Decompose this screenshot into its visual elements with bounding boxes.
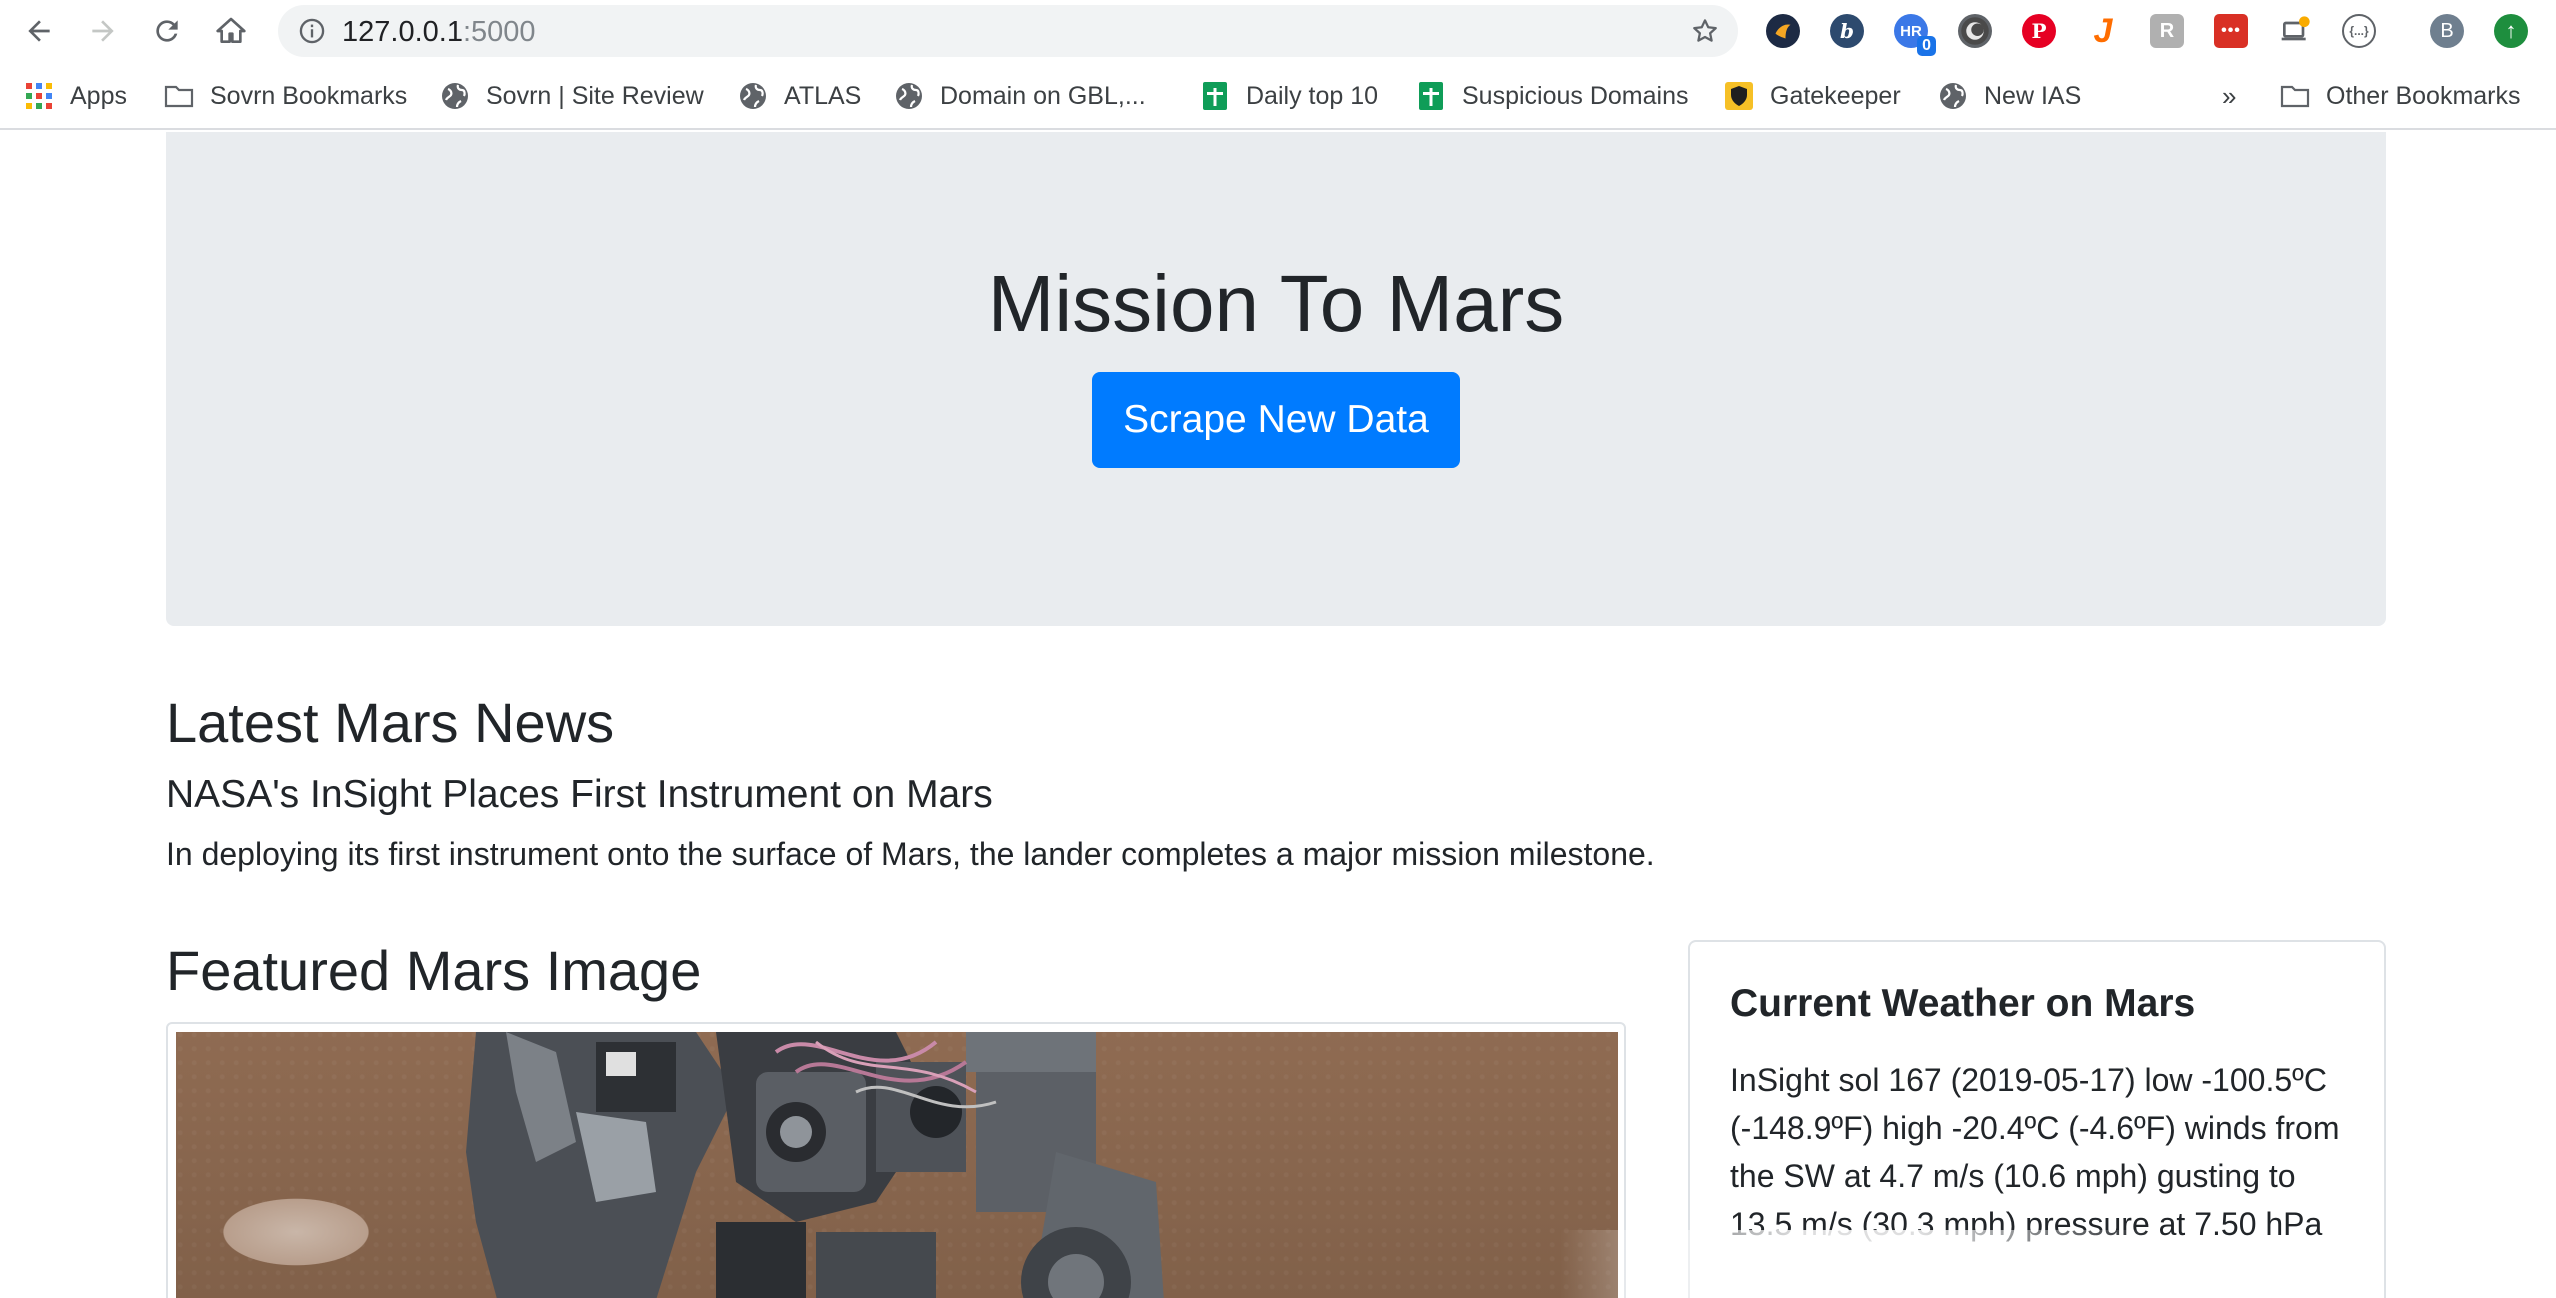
bookmark-star-icon[interactable] — [1690, 16, 1720, 46]
globe-icon — [440, 81, 470, 111]
news-paragraph: In deploying its first instrument onto t… — [166, 836, 1655, 872]
bookmarks-overflow-button[interactable]: » — [2222, 76, 2236, 116]
bookmark-label: New IAS — [1984, 81, 2082, 110]
forward-arrow-icon — [92, 20, 114, 42]
apps-grid-icon — [24, 81, 54, 111]
home-button[interactable] — [208, 8, 254, 54]
brackets-extension-icon[interactable]: {...} — [2342, 14, 2376, 48]
b-extension-icon[interactable]: b — [1830, 14, 1864, 48]
reload-icon — [156, 20, 178, 42]
bookmark-sovrn-bookmarks[interactable]: Sovrn Bookmarks — [164, 76, 407, 116]
page-title: Mission To Mars — [987, 259, 1565, 348]
bookmark-label: Domain on GBL,... — [940, 81, 1146, 110]
bookmarks-bar: Apps Sovrn Bookmarks Sovrn | Site Review… — [0, 62, 2556, 130]
latest-news-heading: Latest Mars News — [166, 691, 615, 754]
weather-title: Current Weather on Mars — [1730, 982, 2196, 1025]
reload-button[interactable] — [144, 8, 190, 54]
jumbotron: Mission To Mars Scrape New Data — [166, 132, 2386, 626]
pinterest-icon[interactable]: P — [2022, 14, 2056, 48]
j-extension-icon[interactable]: J — [2086, 12, 2120, 50]
featured-mars-image — [176, 1032, 1618, 1298]
sheets-icon — [1200, 81, 1230, 111]
bookmark-atlas[interactable]: ATLAS — [738, 76, 861, 116]
back-arrow-icon — [28, 20, 50, 42]
hr-extension-icon[interactable]: HR 0 — [1894, 14, 1936, 56]
bookmark-label: Sovrn | Site Review — [486, 81, 704, 110]
url-host: 127.0.0.1 — [342, 16, 463, 48]
weather-text: InSight sol 167 (2019-05-17) low -100.5º… — [1730, 1062, 2340, 1242]
bookmark-label: Apps — [70, 81, 127, 110]
scrape-new-data-button[interactable]: Scrape New Data — [1092, 372, 1460, 468]
url-port: :5000 — [462, 16, 536, 48]
sovrn-extension-icon[interactable] — [1766, 14, 1800, 48]
bookmark-sovrn-site-review[interactable]: Sovrn | Site Review — [440, 76, 704, 116]
sheets-icon — [1416, 81, 1446, 111]
bookmark-other-bookmarks[interactable]: Other Bookmarks — [2280, 76, 2521, 116]
profile-avatar[interactable]: B — [2430, 14, 2464, 48]
featured-image-frame — [166, 1022, 1626, 1298]
back-button[interactable] — [16, 8, 62, 54]
globe-icon — [1938, 81, 1968, 111]
folder-icon — [164, 81, 194, 111]
globe-icon — [738, 81, 768, 111]
forward-button[interactable] — [80, 8, 126, 54]
r-extension-icon[interactable]: R — [2150, 14, 2184, 48]
laptop-extension-icon[interactable] — [2278, 14, 2312, 48]
bookmark-label: Gatekeeper — [1770, 81, 1901, 110]
bookmark-gatekeeper[interactable]: Gatekeeper — [1724, 76, 1901, 116]
home-icon — [216, 17, 246, 43]
bookmark-domain-on-gbl[interactable]: Domain on GBL,... — [894, 76, 1146, 116]
featured-image-heading: Featured Mars Image — [166, 939, 702, 1002]
weather-card: Current Weather on Mars InSight sol 167 … — [1688, 940, 2386, 1298]
chevron-double-right-icon: » — [2222, 80, 2237, 111]
bookmark-new-ias[interactable]: New IAS — [1938, 76, 2081, 116]
bookmark-label: Other Bookmarks — [2326, 81, 2521, 110]
address-bar[interactable]: 127.0.0.1:5000 — [278, 5, 1738, 57]
dots-extension-icon[interactable]: ••• — [2214, 14, 2248, 48]
bookmark-suspicious-domains[interactable]: Suspicious Domains — [1416, 76, 1689, 116]
bookmark-label: Suspicious Domains — [1462, 81, 1689, 110]
globe-icon — [894, 81, 924, 111]
url-text[interactable]: 127.0.0.1:5000 — [342, 16, 536, 49]
browser-toolbar: 127.0.0.1:5000 b HR 0 P J R ••• {...} B ↑ — [0, 0, 2556, 62]
shield-icon — [1724, 81, 1754, 111]
bookmark-label: ATLAS — [784, 81, 862, 110]
circle-extension-icon[interactable] — [1958, 14, 1992, 48]
news-title: NASA's InSight Places First Instrument o… — [166, 773, 993, 816]
bookmark-apps[interactable]: Apps — [24, 76, 127, 116]
bookmark-label: Daily top 10 — [1246, 81, 1379, 110]
folder-icon — [2280, 81, 2310, 111]
hr-extension-badge: 0 — [1917, 36, 1936, 56]
bookmark-label: Sovrn Bookmarks — [210, 81, 408, 110]
bookmark-daily-top-10[interactable]: Daily top 10 — [1200, 76, 1378, 116]
mars-rover-illustration — [466, 1032, 1164, 1298]
info-icon[interactable] — [298, 17, 326, 45]
update-icon[interactable]: ↑ — [2494, 14, 2528, 48]
